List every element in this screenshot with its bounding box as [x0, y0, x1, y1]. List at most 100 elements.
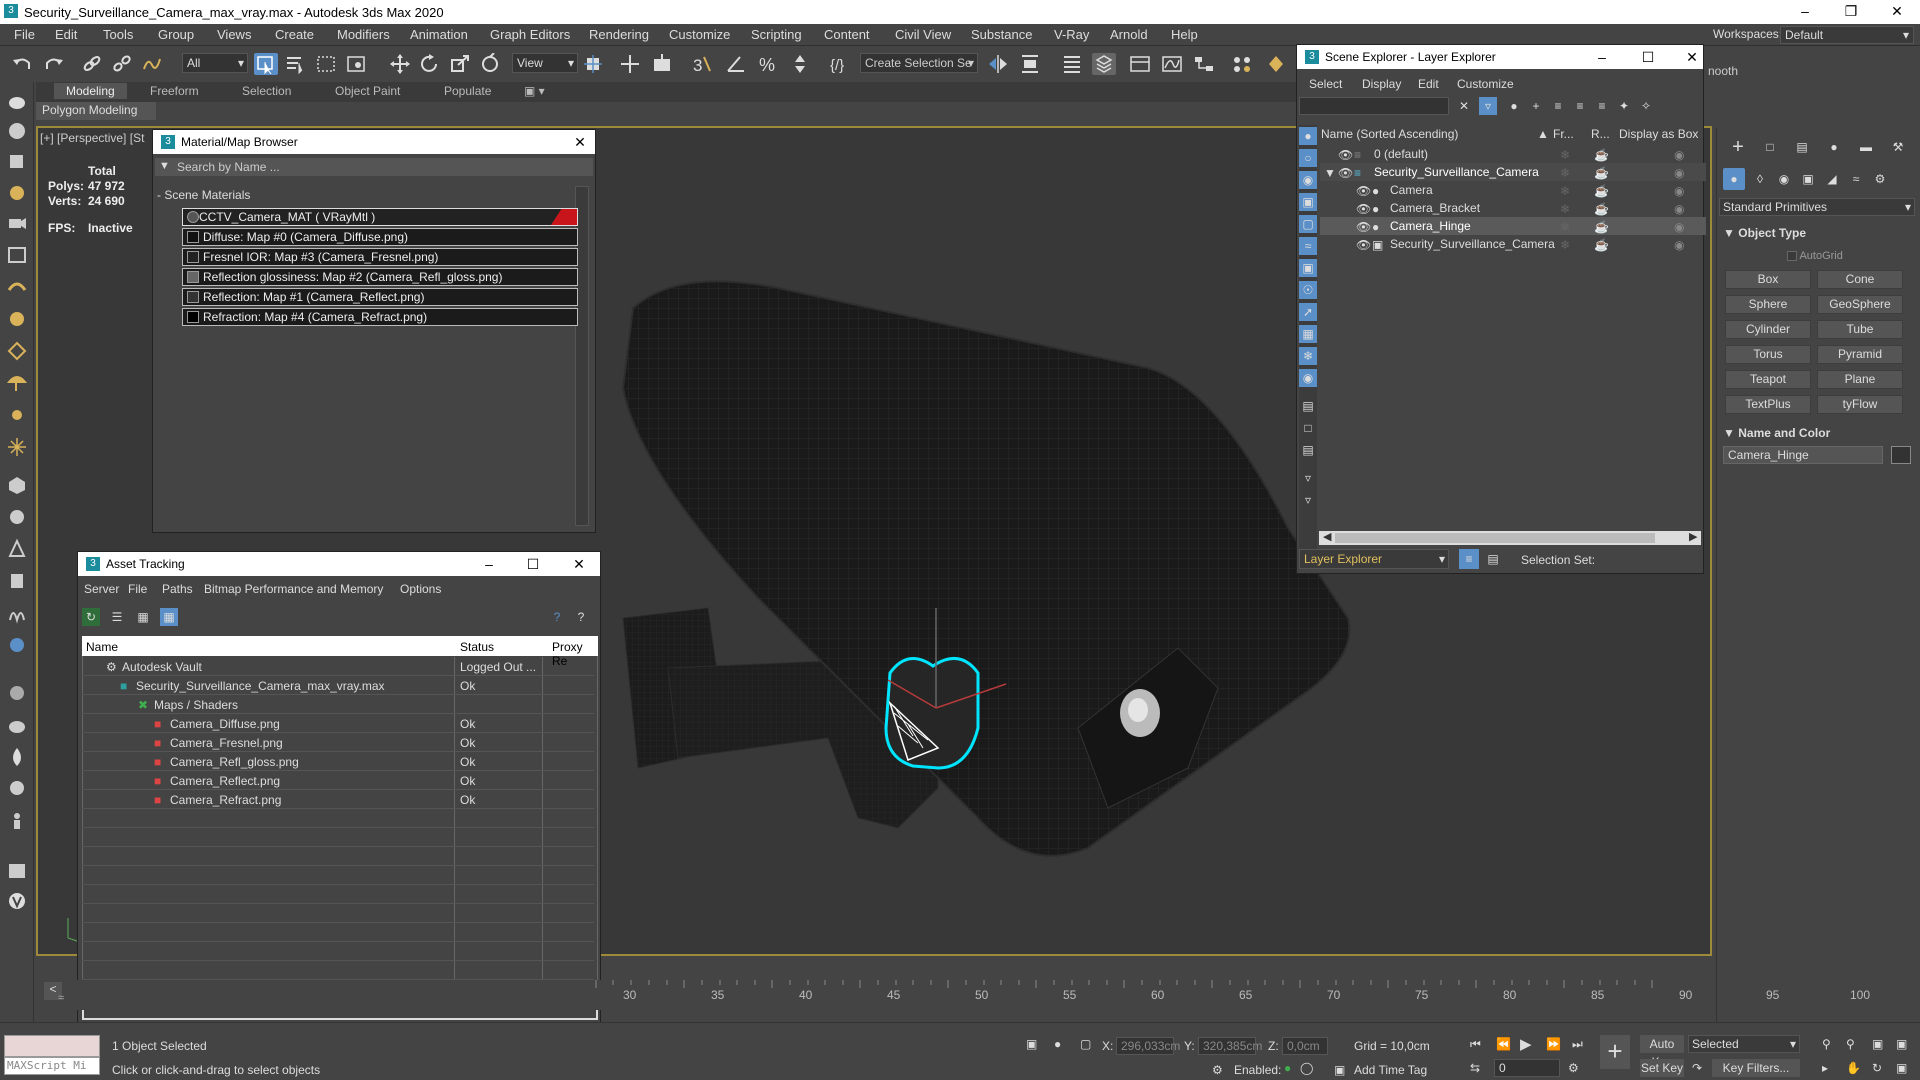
- particle-icon[interactable]: [5, 340, 29, 362]
- box-display-icon[interactable]: ◉: [1674, 202, 1686, 216]
- help-icon[interactable]: ?: [548, 608, 566, 626]
- menu-create[interactable]: Create: [275, 27, 314, 42]
- toggle-scene-explorer-icon[interactable]: [1060, 53, 1084, 75]
- helper-icon[interactable]: [5, 244, 29, 266]
- table-view-icon[interactable]: ▦: [160, 608, 178, 626]
- figure-icon[interactable]: [5, 810, 29, 832]
- render-teapot-icon[interactable]: ☕: [1594, 220, 1609, 234]
- asset-row-diffuse[interactable]: ■ Camera_Diffuse.png Ok: [82, 714, 594, 733]
- time-config-icon[interactable]: ⚙: [1568, 1061, 1579, 1075]
- adaptive-degradation-icon[interactable]: ⚙: [1212, 1063, 1223, 1077]
- box-display-icon[interactable]: ◉: [1674, 184, 1686, 198]
- lights-category-icon[interactable]: ◉: [1773, 168, 1795, 190]
- rotate-icon[interactable]: [418, 53, 442, 75]
- layer-options-icon[interactable]: ✧: [1637, 97, 1655, 115]
- menu-content[interactable]: Content: [824, 27, 870, 42]
- curve-toggle-icon[interactable]: ≈: [58, 992, 64, 1004]
- material-editor-icon[interactable]: [1230, 53, 1254, 75]
- list-view-icon[interactable]: ☰: [108, 608, 126, 626]
- display-frozen-icon[interactable]: ❄: [1299, 347, 1317, 365]
- textplus-button[interactable]: TextPlus: [1725, 395, 1811, 414]
- box-display-icon[interactable]: ◉: [1674, 166, 1686, 180]
- display-invert-icon[interactable]: ▤: [1299, 441, 1317, 459]
- play-icon[interactable]: ▶: [1520, 1035, 1532, 1053]
- sort-ascending-icon[interactable]: ▲: [1537, 127, 1549, 141]
- pan-icon[interactable]: ✋: [1846, 1061, 1861, 1075]
- mushroom-icon[interactable]: [5, 372, 29, 394]
- material-search-field[interactable]: ▼ Search by Name ...: [155, 158, 593, 176]
- placement-icon[interactable]: [478, 52, 502, 75]
- toggle-ribbon-icon[interactable]: [1128, 53, 1152, 75]
- refresh-icon[interactable]: ↻: [82, 608, 100, 626]
- scene-materials-header[interactable]: - Scene Materials: [157, 188, 250, 202]
- layer-highlight-icon[interactable]: ✦: [1615, 97, 1633, 115]
- render-setup-icon[interactable]: [1264, 53, 1288, 75]
- menu-tools[interactable]: Tools: [103, 27, 133, 42]
- box-display-icon[interactable]: ◉: [1674, 238, 1686, 252]
- key-set-dropdown[interactable]: Selected ▾: [1688, 1035, 1800, 1053]
- box-display-icon[interactable]: ◉: [1674, 148, 1686, 162]
- key-filters-button[interactable]: Key Filters...: [1712, 1059, 1800, 1077]
- lock-icon[interactable]: ●: [1505, 97, 1523, 115]
- ribbon-tab-populate[interactable]: Populate: [444, 84, 491, 98]
- se-row-camera-bracket[interactable]: 👁 ● Camera_Bracket ❄ ☕ ◉: [1320, 199, 1706, 217]
- link-icon[interactable]: [80, 53, 104, 75]
- systems-category-icon[interactable]: ⚙: [1869, 168, 1891, 190]
- render-teapot-icon[interactable]: ☕: [1594, 166, 1609, 180]
- sphere-icon[interactable]: [5, 120, 29, 142]
- rectangular-selection-icon[interactable]: [314, 53, 338, 75]
- tyflow-button[interactable]: tyFlow: [1817, 395, 1903, 414]
- layer-explorer-icon[interactable]: ≡: [1459, 549, 1479, 569]
- curve-editor-icon[interactable]: [1160, 53, 1184, 75]
- display-xrefs-icon[interactable]: ☉: [1299, 281, 1317, 299]
- set-key-large-icon[interactable]: +: [1600, 1035, 1630, 1069]
- primitive-type-dropdown[interactable]: Standard Primitives ▾: [1719, 198, 1915, 216]
- tube-button[interactable]: Tube: [1817, 320, 1903, 339]
- key-mode-icon[interactable]: ⇆: [1470, 1061, 1480, 1075]
- geosphere-button[interactable]: GeoSphere: [1817, 295, 1903, 314]
- freeze-icon[interactable]: ❄: [1560, 238, 1572, 252]
- menu-help[interactable]: Help: [1171, 27, 1198, 42]
- se-menu-display[interactable]: Display: [1362, 77, 1401, 91]
- object-name-field[interactable]: Camera_Hinge: [1723, 446, 1883, 464]
- close-icon[interactable]: ✕: [565, 130, 595, 154]
- asset-menu-file[interactable]: File: [128, 582, 147, 596]
- key-filter-icon[interactable]: ↷: [1692, 1061, 1702, 1075]
- selection-filter-dropdown[interactable]: All ▾: [182, 53, 248, 73]
- maximize-button[interactable]: ❐: [1828, 0, 1874, 24]
- layer-stack-icon[interactable]: ≡: [1549, 97, 1567, 115]
- se-menu-select[interactable]: Select: [1309, 77, 1342, 91]
- column-status[interactable]: Status: [460, 640, 494, 654]
- spinner-snap-icon[interactable]: [788, 53, 812, 75]
- teapot-button[interactable]: Teapot: [1725, 370, 1811, 389]
- column-frozen[interactable]: Fr...: [1553, 127, 1574, 141]
- asset-row-reflect[interactable]: ■ Camera_Reflect.png Ok: [82, 771, 594, 790]
- box-button[interactable]: Box: [1725, 270, 1811, 289]
- thumbnail-icon[interactable]: ▦: [134, 608, 152, 626]
- cylinder-button[interactable]: Cylinder: [1725, 320, 1811, 339]
- menu-vray[interactable]: V-Ray: [1054, 27, 1089, 42]
- menu-substance[interactable]: Substance: [971, 27, 1032, 42]
- ribbon-sub-label[interactable]: Polygon Modeling: [36, 102, 156, 120]
- toggle-layer-explorer-icon[interactable]: [1092, 53, 1116, 75]
- menu-animation[interactable]: Animation: [410, 27, 468, 42]
- keyboard-shortcut-override-icon[interactable]: [650, 53, 674, 75]
- sparkle-icon[interactable]: [5, 436, 29, 458]
- explorer-type-dropdown[interactable]: Layer Explorer ▾: [1299, 549, 1449, 569]
- menu-file[interactable]: File: [14, 27, 35, 42]
- cameras-category-icon[interactable]: ▣: [1797, 168, 1819, 190]
- paint-icon[interactable]: [5, 634, 29, 656]
- eye-icon[interactable]: 👁: [1338, 166, 1353, 180]
- fire-icon[interactable]: [5, 746, 29, 768]
- spacewarps-category-icon[interactable]: ≈: [1845, 168, 1867, 190]
- freeze-icon[interactable]: ❄: [1560, 184, 1572, 198]
- render-teapot-icon[interactable]: ☕: [1594, 238, 1609, 252]
- asset-row-refl-gloss[interactable]: ■ Camera_Refl_gloss.png Ok: [82, 752, 594, 771]
- unlink-icon[interactable]: [110, 53, 134, 75]
- box-display-icon[interactable]: ◉: [1674, 220, 1686, 234]
- timeline[interactable]: < ≈: [36, 980, 1712, 1010]
- menu-group[interactable]: Group: [158, 27, 194, 42]
- minimize-icon[interactable]: –: [474, 552, 504, 576]
- system-icon[interactable]: [5, 308, 29, 330]
- scale-icon[interactable]: [448, 53, 472, 75]
